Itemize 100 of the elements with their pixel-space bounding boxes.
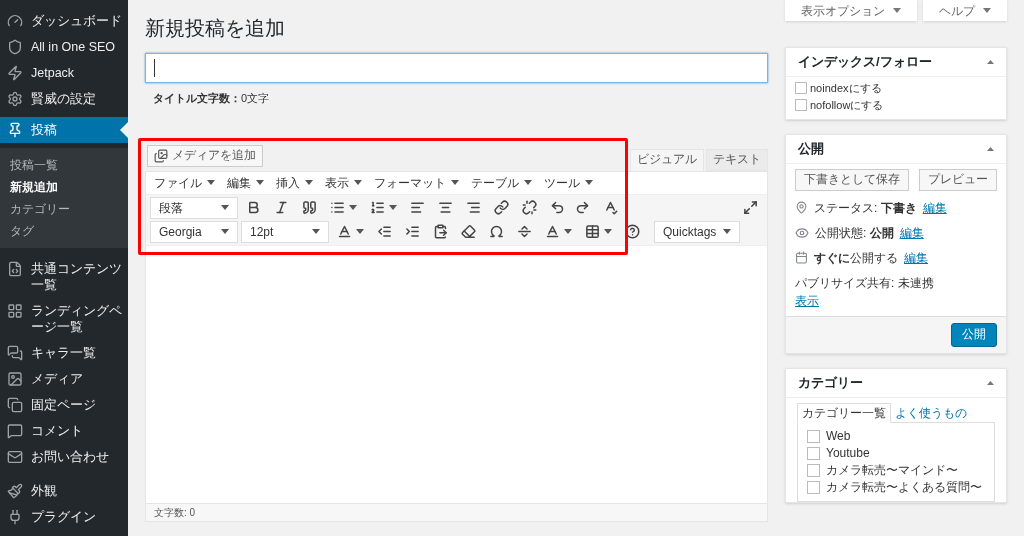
screen-option-button[interactable]: ヘルプ — [923, 0, 1007, 21]
publish-button[interactable]: 公開 — [951, 323, 997, 347]
show-link[interactable]: 表示 — [795, 294, 819, 308]
checkbox[interactable] — [807, 464, 820, 477]
paste-icon — [433, 224, 448, 239]
checkbox[interactable] — [807, 430, 820, 443]
calendar-icon — [795, 251, 808, 264]
media-icon — [154, 148, 168, 163]
bullet-list-icon — [330, 200, 345, 215]
format-select[interactable]: 段落 — [150, 196, 238, 219]
numbered-list-icon — [370, 200, 385, 215]
editor-menu[interactable]: フォーマット — [374, 173, 459, 192]
code-file-icon — [7, 261, 23, 277]
publish-info: すぐに公開する — [814, 249, 898, 267]
caret-icon — [349, 205, 357, 210]
table-icon — [585, 224, 600, 239]
sidebar-item[interactable]: 賢威の設定 — [0, 86, 128, 112]
current-pointer-icon — [120, 122, 128, 138]
category-tab[interactable]: よく使うもの — [891, 403, 971, 423]
chat-bubbles-icon — [7, 345, 23, 361]
align-left-icon — [410, 200, 425, 215]
editor-menu[interactable]: 編集 — [227, 173, 264, 192]
align-right-icon — [466, 200, 481, 215]
sidebar-item[interactable]: お問い合わせ — [0, 444, 128, 470]
caret-icon — [207, 180, 215, 185]
caret-icon — [389, 205, 397, 210]
font-select[interactable]: Georgia — [150, 220, 238, 243]
sidebar-item[interactable]: 固定ページ — [0, 392, 128, 418]
category-tab[interactable]: カテゴリー一覧 — [797, 403, 891, 423]
pin-icon — [795, 201, 808, 214]
preview-button[interactable]: プレビュー — [919, 169, 997, 191]
shield-icon — [7, 39, 23, 55]
text-color-icon — [545, 224, 560, 239]
eye-icon — [795, 225, 809, 240]
sidebar-item[interactable]: ダッシュボード — [0, 8, 128, 34]
quicktags-select[interactable]: Quicktags — [654, 220, 740, 243]
sidebar-item[interactable]: 共通コンテンツ一覧 — [0, 256, 128, 298]
pin-icon — [7, 122, 23, 138]
caret-icon — [221, 229, 229, 234]
sidebar-item[interactable]: ランディングページ一覧 — [0, 298, 128, 340]
category-label: Youtube — [826, 446, 870, 461]
checkbox[interactable] — [807, 481, 820, 494]
help-icon — [625, 224, 640, 239]
caret-icon — [256, 180, 264, 185]
caret-icon — [305, 180, 313, 185]
collapse-icon[interactable] — [987, 381, 994, 385]
font-size-select[interactable]: 12pt — [241, 220, 329, 243]
caret-icon — [723, 229, 731, 234]
save-draft-button[interactable]: 下書きとして保存 — [795, 169, 909, 191]
panel-title: インデックス/フォロー — [798, 53, 932, 72]
editor-menu[interactable]: ツール — [544, 173, 593, 192]
panel-title: 公開 — [798, 140, 824, 159]
submenu-item[interactable]: 新規追加 — [0, 176, 128, 198]
editor-menu[interactable]: ファイル — [154, 173, 215, 192]
editor-tab[interactable]: テキスト — [706, 148, 768, 171]
editor-tab[interactable]: ビジュアル — [630, 148, 704, 171]
quote-icon — [302, 200, 317, 215]
submenu-item[interactable]: タグ — [0, 220, 128, 242]
fullscreen-icon — [743, 200, 758, 215]
sidebar-item[interactable]: メディア — [0, 366, 128, 392]
mail-icon — [7, 449, 23, 465]
edit-link[interactable]: 編集 — [899, 223, 924, 242]
sidebar-item[interactable]: All in One SEO — [0, 34, 128, 60]
lightning-icon — [7, 65, 23, 81]
screen-option-button[interactable]: 表示オプション — [785, 0, 917, 21]
add-media-button[interactable]: メディアを追加 — [147, 144, 263, 167]
sidebar-item[interactable]: 投稿 — [0, 117, 128, 143]
outdent-icon — [377, 224, 392, 239]
publish-info: ステータス: 下書き — [814, 199, 917, 217]
sidebar-item[interactable]: コメント — [0, 418, 128, 444]
editor-menu[interactable]: 表示 — [325, 173, 362, 192]
submenu-item[interactable]: 投稿一覧 — [0, 154, 128, 176]
edit-link[interactable]: 編集 — [904, 248, 928, 267]
category-label: カメラ転売〜マインド〜 — [826, 463, 958, 478]
sidebar-item[interactable]: Jetpack — [0, 60, 128, 86]
page-title: 新規投稿を追加 — [145, 16, 286, 41]
editor-menu[interactable]: 挿入 — [276, 173, 313, 192]
title-field[interactable] — [145, 53, 768, 83]
sidebar-item[interactable]: 外観 — [0, 478, 128, 504]
brush-icon — [7, 483, 23, 499]
caret-icon — [585, 180, 593, 185]
undo-icon — [550, 200, 565, 215]
link-icon — [494, 200, 509, 215]
editor-menu[interactable]: テーブル — [471, 173, 532, 192]
eraser-icon — [461, 224, 476, 239]
checkbox[interactable] — [795, 82, 807, 95]
sidebar-item[interactable]: キャラ一覧 — [0, 340, 128, 366]
collapse-icon[interactable] — [987, 60, 994, 64]
sidebar-item[interactable]: プラグイン — [0, 504, 128, 530]
caret-icon — [524, 180, 532, 185]
word-count: 文字数: 0 — [154, 505, 196, 520]
redo-icon — [575, 200, 590, 215]
edit-link[interactable]: 編集 — [922, 198, 947, 217]
checkbox[interactable] — [795, 98, 807, 111]
bold-icon — [246, 200, 261, 215]
submenu-item[interactable]: カテゴリー — [0, 198, 128, 220]
checkbox[interactable] — [807, 447, 820, 460]
spellcheck-icon — [603, 200, 618, 215]
collapse-icon[interactable] — [987, 147, 994, 151]
unlink-icon — [522, 200, 537, 215]
